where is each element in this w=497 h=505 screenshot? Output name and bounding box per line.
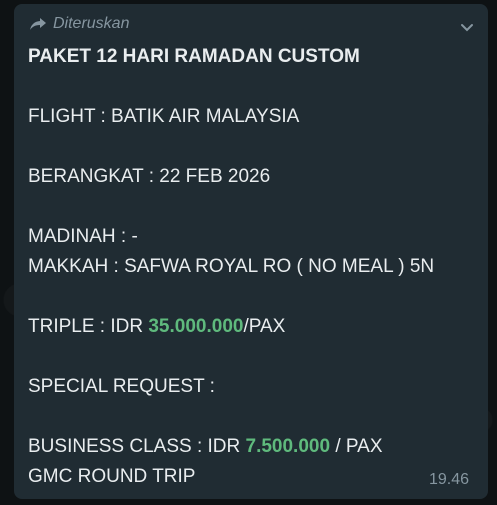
gmc-line: GMC ROUND TRIP xyxy=(28,466,196,487)
forward-arrow-icon xyxy=(28,16,48,32)
forwarded-label: Diteruskan xyxy=(53,15,130,32)
chevron-down-icon[interactable] xyxy=(460,20,474,34)
makkah-line: MAKKAH : SAFWA ROYAL RO ( NO MEAL ) 5N xyxy=(28,256,435,277)
business-suffix: / PAX xyxy=(330,436,383,457)
message-title: PAKET 12 HARI RAMADAN CUSTOM xyxy=(28,46,360,67)
forwarded-indicator: Diteruskan xyxy=(28,15,129,33)
business-price: 7.500.000 xyxy=(245,436,331,457)
triple-prefix: TRIPLE : IDR xyxy=(28,316,149,337)
triple-suffix: /PAX xyxy=(243,316,286,337)
departure-line: BERANGKAT : 22 FEB 2026 xyxy=(28,166,271,187)
triple-line: TRIPLE : IDR 35.000.000/PAX xyxy=(28,312,474,342)
special-request-line: SPECIAL REQUEST : xyxy=(28,376,215,397)
flight-line: FLIGHT : BATIK AIR MALAYSIA xyxy=(28,106,300,127)
triple-price: 35.000.000 xyxy=(148,316,244,337)
madinah-line: MADINAH : - xyxy=(28,226,138,247)
message-text: PAKET 12 HARI RAMADAN CUSTOM FLIGHT : BA… xyxy=(28,42,474,492)
message-timestamp: 19.46 xyxy=(428,471,469,488)
business-prefix: BUSINESS CLASS : IDR xyxy=(28,436,246,457)
business-class-line: BUSINESS CLASS : IDR 7.500.000 / PAX xyxy=(28,432,474,462)
message-bubble[interactable]: Diteruskan PAKET 12 HARI RAMADAN CUSTOM … xyxy=(14,4,488,499)
